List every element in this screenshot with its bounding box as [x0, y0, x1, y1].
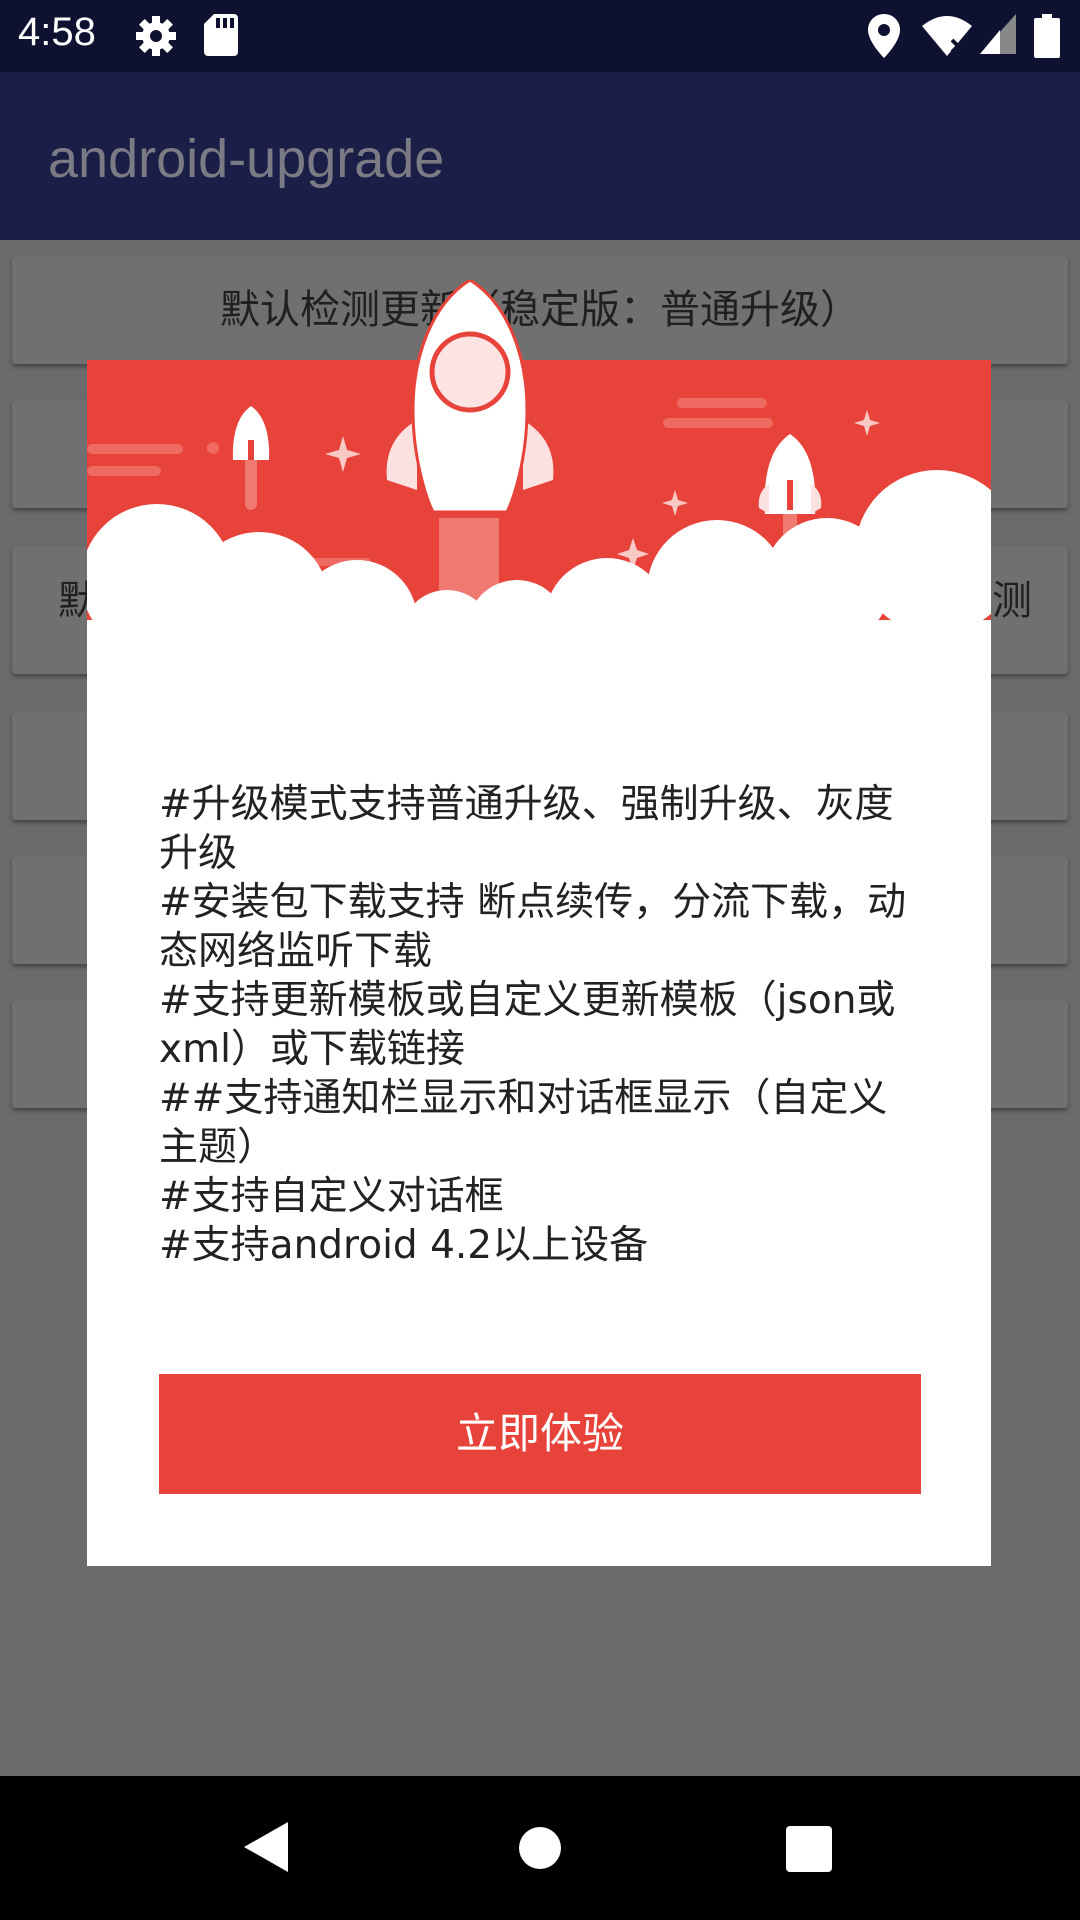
sd-card-icon: [204, 14, 238, 56]
feature-line: #升级模式支持普通升级、强制升级、灰度升级: [159, 782, 894, 876]
feature-line: #支持自定义对话框: [159, 1174, 504, 1219]
navigation-bar: [0, 1776, 1080, 1920]
app-bar: android-upgrade: [0, 72, 1080, 240]
upgrade-description: #升级模式支持普通升级、强制升级、灰度升级 #安装包下载支持 断点续传，分流下载…: [159, 780, 919, 1270]
feature-line: #支持android 4.2以上设备: [159, 1223, 649, 1268]
feature-line: #安装包下载支持 断点续传，分流下载，动态网络监听下载: [159, 880, 907, 974]
feature-line: ##支持通知栏显示和对话框显示（自定义主题）: [159, 1076, 888, 1170]
rocket-header-illustration: [87, 280, 991, 680]
home-icon[interactable]: [518, 1826, 562, 1870]
feature-line: #支持更新模板或自定义更新模板（json或xml）或下载链接: [159, 978, 896, 1072]
status-bar: 4:58: [0, 0, 1080, 72]
location-icon: [868, 14, 900, 58]
battery-icon: [1034, 14, 1060, 58]
recents-icon[interactable]: [786, 1826, 832, 1872]
button-label-right: 测: [992, 578, 1032, 624]
app-title: android-upgrade: [48, 129, 445, 189]
status-time: 4:58: [18, 10, 96, 54]
settings-icon: [136, 16, 176, 56]
try-now-button[interactable]: 立即体验: [159, 1374, 921, 1494]
wifi-icon: [922, 16, 972, 56]
signal-icon: [980, 14, 1016, 54]
back-icon[interactable]: [244, 1822, 288, 1872]
